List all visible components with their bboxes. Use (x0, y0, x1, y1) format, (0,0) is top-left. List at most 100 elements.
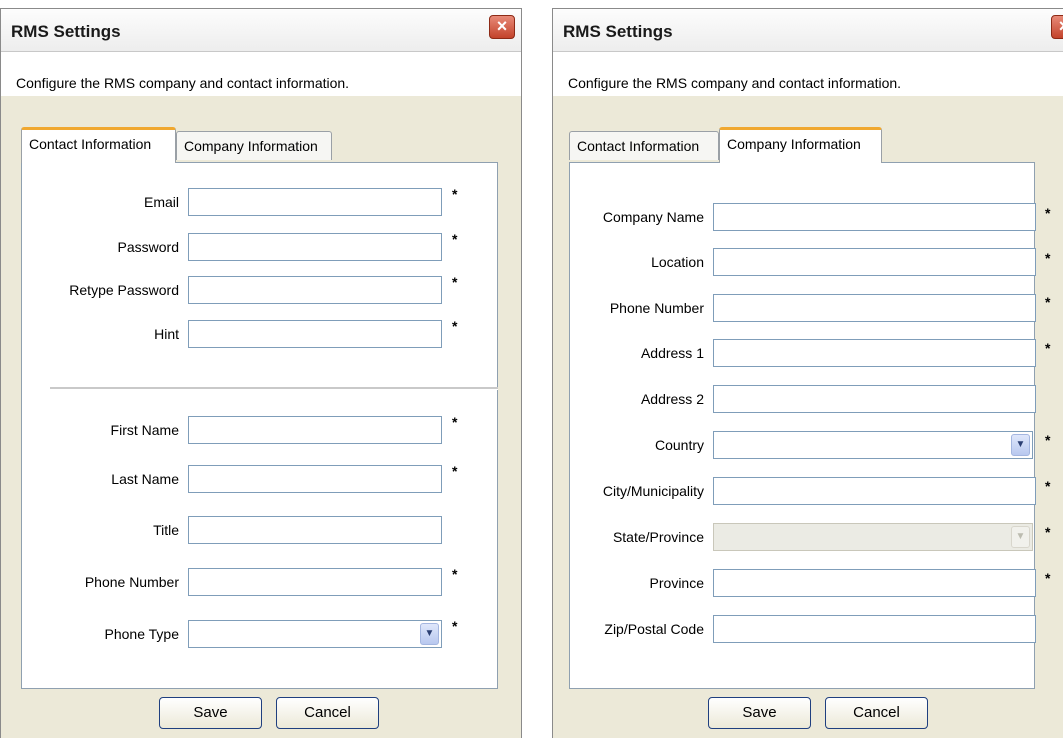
address-2-label: Address 2 (640, 391, 704, 407)
form-row-phone-number: Phone Number (570, 294, 1036, 324)
password-label: Password (117, 239, 179, 255)
first-name-label: First Name (110, 422, 179, 438)
close-icon: × (496, 16, 508, 36)
city-municipality-label: City/Municipality (602, 483, 704, 499)
form-row-company-name: Company Name (570, 203, 1036, 233)
company-name-label: Company Name (602, 209, 704, 225)
required-marker: * (452, 318, 458, 334)
dialog-description: Configure the RMS company and contact in… (16, 75, 350, 91)
required-marker: * (452, 231, 458, 247)
address-2-field[interactable] (713, 385, 1036, 413)
dialog-description: Configure the RMS company and contact in… (568, 75, 902, 91)
rms-settings-dialog-contact: RMS Settings × Configure the RMS company… (0, 8, 522, 738)
required-marker: * (452, 186, 458, 202)
address-1-label: Address 1 (640, 345, 704, 361)
tab-company-information[interactable]: Company Information (719, 127, 882, 163)
close-button[interactable]: × (1051, 15, 1063, 39)
section-divider (50, 387, 498, 390)
title-bar[interactable]: RMS Settings × (1, 9, 521, 52)
required-marker: * (1045, 205, 1051, 221)
email-label: Email (143, 194, 179, 210)
phone-type-select[interactable]: ▼ (188, 620, 442, 648)
province-field[interactable] (713, 569, 1036, 597)
location-label: Location (651, 254, 704, 270)
address-1-field[interactable] (713, 339, 1036, 367)
tab-label: Contact Information (29, 136, 152, 152)
chevron-down-icon: ▼ (1011, 526, 1030, 548)
form-row-zip-postal-code: Zip/Postal Code (570, 615, 1036, 645)
form-row-state-province: State/Province ▼ (570, 523, 1034, 553)
tab-contact-information[interactable]: Contact Information (569, 131, 719, 160)
country-label: Country (654, 437, 704, 453)
required-marker: * (452, 618, 458, 634)
required-marker: * (1045, 340, 1051, 356)
state-province-label: State/Province (612, 529, 704, 545)
phone-number-field[interactable] (188, 568, 442, 596)
required-marker: * (452, 566, 458, 582)
country-select[interactable]: ▼ (713, 431, 1033, 459)
rms-settings-dialog-company: RMS Settings × Configure the RMS company… (552, 8, 1063, 738)
company-information-panel: Company Name Location Phone Number Addre… (569, 162, 1036, 689)
tab-company-information[interactable]: Company Information (176, 131, 332, 160)
chevron-down-icon[interactable]: ▼ (1011, 434, 1030, 456)
retype-password-field[interactable] (188, 276, 442, 304)
cancel-button[interactable]: Cancel (825, 697, 928, 729)
title-bar[interactable]: RMS Settings × (553, 9, 1063, 52)
form-row-phone-type: Phone Type ▼ * (22, 618, 497, 650)
description-area: Configure the RMS company and contact in… (553, 52, 1063, 96)
location-field[interactable] (713, 248, 1036, 276)
phone-type-label: Phone Type (104, 626, 179, 642)
description-area: Configure the RMS company and contact in… (1, 52, 521, 96)
tab-contact-information[interactable]: Contact Information (21, 127, 176, 163)
required-marker: * (1045, 478, 1051, 494)
hint-label: Hint (154, 326, 179, 342)
retype-password-label: Retype Password (69, 282, 179, 298)
form-row-country: Country ▼ (570, 431, 1034, 461)
chevron-down-icon[interactable]: ▼ (420, 623, 439, 645)
form-row-city-municipality: City/Municipality (570, 477, 1036, 507)
form-row-title: Title (22, 516, 497, 546)
title-field[interactable] (188, 516, 442, 544)
phone-number-label: Phone Number (609, 300, 704, 316)
phone-number-field[interactable] (713, 294, 1036, 322)
close-icon: × (1059, 16, 1063, 36)
password-field[interactable] (188, 233, 442, 261)
required-marker: * (1045, 250, 1051, 266)
form-row-hint: Hint * (22, 318, 497, 350)
phone-number-label: Phone Number (84, 574, 179, 590)
save-button[interactable]: Save (159, 697, 262, 729)
form-row-address-1: Address 1 (570, 339, 1036, 369)
cancel-button[interactable]: Cancel (276, 697, 379, 729)
tab-label: Contact Information (577, 138, 700, 154)
dialog-title: RMS Settings (563, 22, 673, 41)
province-label: Province (649, 575, 704, 591)
required-marker: * (1045, 294, 1051, 310)
form-row-location: Location (570, 248, 1036, 278)
contact-information-panel: Email * Password * Retype Password * Hin… (21, 162, 498, 689)
save-button[interactable]: Save (708, 697, 811, 729)
title-label: Title (153, 522, 179, 538)
city-municipality-field[interactable] (713, 477, 1036, 505)
form-row-password: Password * (22, 231, 497, 263)
email-field[interactable] (188, 188, 442, 216)
tab-label: Company Information (727, 136, 861, 152)
hint-field[interactable] (188, 320, 442, 348)
last-name-field[interactable] (188, 465, 442, 493)
state-province-select: ▼ (713, 523, 1033, 551)
tab-label: Company Information (184, 138, 318, 154)
form-row-last-name: Last Name * (22, 463, 497, 495)
form-row-first-name: First Name * (22, 414, 497, 446)
required-marker: * (452, 463, 458, 479)
close-button[interactable]: × (489, 15, 515, 39)
zip-postal-code-label: Zip/Postal Code (604, 621, 704, 637)
first-name-field[interactable] (188, 416, 442, 444)
company-name-field[interactable] (713, 203, 1036, 231)
last-name-label: Last Name (111, 471, 179, 487)
zip-postal-code-field[interactable] (713, 615, 1036, 643)
required-marker: * (1045, 432, 1051, 448)
required-marker: * (1045, 524, 1051, 540)
form-row-phone-number: Phone Number * (22, 566, 497, 598)
form-row-province: Province (570, 569, 1036, 599)
required-marker: * (452, 414, 458, 430)
dialog-title: RMS Settings (11, 22, 121, 41)
